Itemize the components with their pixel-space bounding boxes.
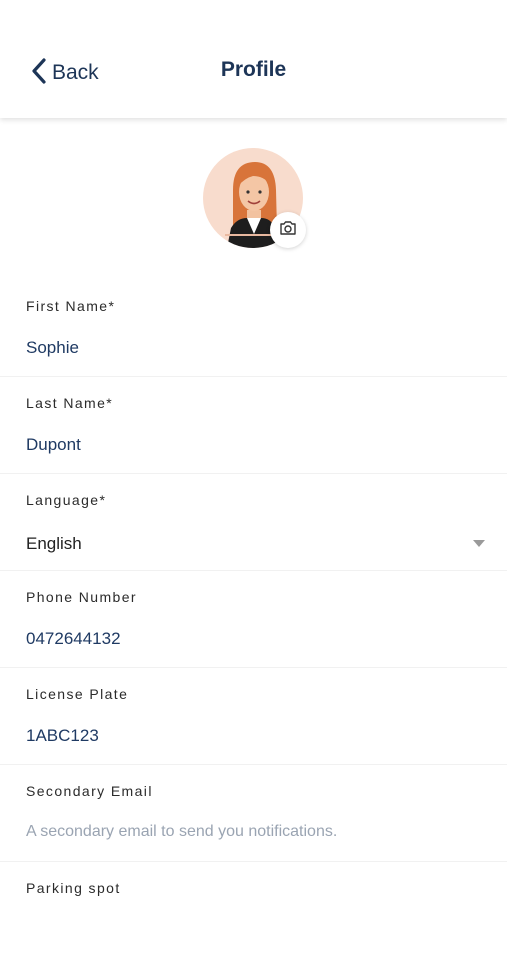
license-plate-input[interactable]: 1ABC123 bbox=[26, 726, 99, 746]
page-title: Profile bbox=[220, 58, 287, 81]
phone-number-field[interactable]: Phone Number 0472644132 bbox=[0, 571, 507, 668]
profile-form: First Name* Sophie Last Name* Dupont Lan… bbox=[0, 118, 507, 900]
license-plate-label: License Plate bbox=[26, 686, 129, 702]
secondary-email-field[interactable]: Secondary Email A secondary email to sen… bbox=[0, 765, 507, 862]
first-name-label: First Name* bbox=[26, 298, 116, 314]
avatar-container bbox=[203, 148, 306, 250]
chevron-down-icon[interactable] bbox=[473, 540, 485, 547]
first-name-input[interactable]: Sophie bbox=[26, 338, 79, 358]
phone-number-input[interactable]: 0472644132 bbox=[26, 629, 121, 649]
camera-icon bbox=[279, 220, 297, 241]
first-name-field[interactable]: First Name* Sophie bbox=[0, 280, 507, 377]
parking-spot-field[interactable]: Parking spot bbox=[0, 862, 507, 959]
language-select[interactable]: English bbox=[26, 534, 82, 554]
last-name-input[interactable]: Dupont bbox=[26, 435, 81, 455]
phone-number-label: Phone Number bbox=[26, 589, 137, 605]
language-field[interactable]: Language* English bbox=[0, 474, 507, 571]
last-name-field[interactable]: Last Name* Dupont bbox=[0, 377, 507, 474]
license-plate-field[interactable]: License Plate 1ABC123 bbox=[0, 668, 507, 765]
secondary-email-input[interactable]: A secondary email to send you notificati… bbox=[26, 823, 337, 841]
last-name-label: Last Name* bbox=[26, 395, 114, 411]
change-photo-button[interactable] bbox=[270, 212, 306, 248]
parking-spot-label: Parking spot bbox=[26, 880, 121, 896]
language-label: Language* bbox=[26, 492, 107, 508]
secondary-email-label: Secondary Email bbox=[26, 783, 153, 799]
header-bar: Back Profile bbox=[0, 0, 507, 118]
